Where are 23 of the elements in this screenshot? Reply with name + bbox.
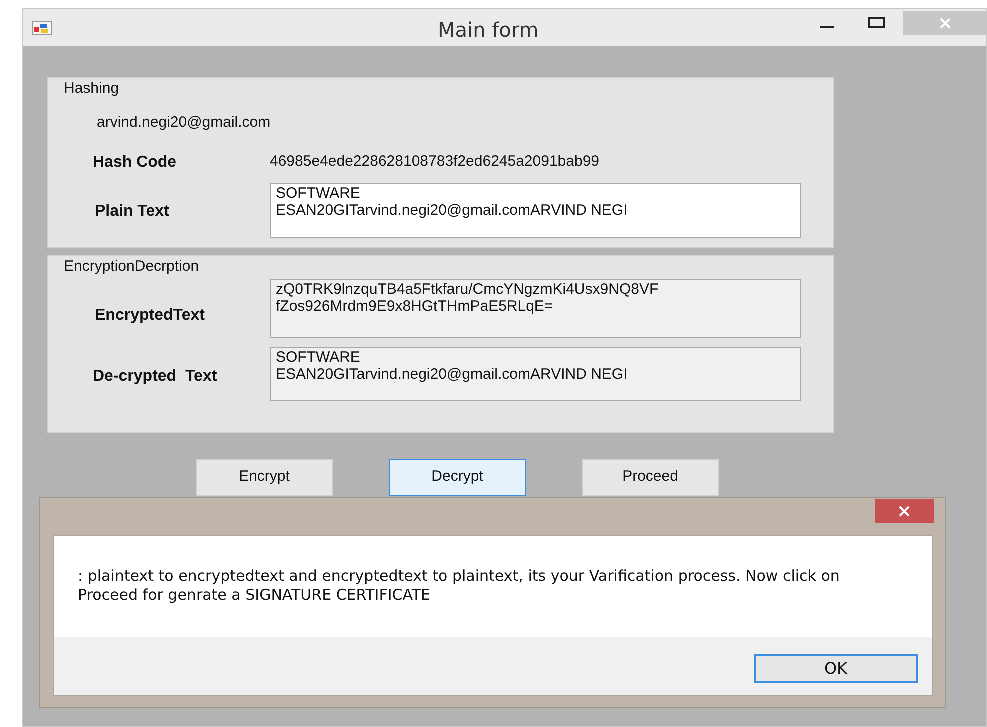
group-title: Hashing [64, 79, 120, 99]
close-icon [940, 18, 951, 28]
form-button[interactable]: Encrypt [196, 459, 333, 496]
form-button[interactable]: Proceed [582, 459, 719, 496]
minimize-icon[interactable] [820, 26, 834, 29]
app-icon [32, 20, 52, 34]
dialog-close-button[interactable] [875, 499, 934, 523]
ok-button[interactable]: OK [754, 654, 918, 683]
close-icon [899, 506, 910, 516]
email-label: arvind.negi20@gmail.com [97, 113, 271, 133]
window-title: Main form [438, 17, 539, 44]
plain-text-label: Plain Text [95, 202, 170, 222]
encrypted-text-label: EncryptedText [95, 306, 205, 326]
group-title: EncryptionDecrption [64, 257, 200, 277]
form-button[interactable]: Decrypt [389, 459, 526, 496]
message-text: : plaintext to encryptedtext and encryptedtext to plaintext, its your Varification process. Now click on Proceed for genrate a SIGNATURE CERTIFICATE [78, 567, 841, 605]
maximize-icon[interactable] [868, 17, 885, 28]
decrypted-text-label: De-crypted Text [93, 367, 218, 387]
encrypted-text-field[interactable]: zQ0TRK9lnzquTB4a5Ftkfaru/CmcYNgzmKi4Usx9NQ8VF fZos926Mrdm9E9x8HGtTHmPaE5RLqE= [270, 279, 801, 338]
hash-code-value: 46985e4ede228628108783f2ed6245a2091bab99 [270, 152, 600, 172]
decrypted-text-field[interactable]: SOFTWARE ESAN20GITarvind.negi20@gmail.comARVIND NEGI [270, 347, 801, 401]
plain-text-field[interactable]: SOFTWARE ESAN20GITarvind.negi20@gmail.comARVIND NEGI [270, 183, 801, 238]
hash-code-label: Hash Code [93, 153, 177, 173]
